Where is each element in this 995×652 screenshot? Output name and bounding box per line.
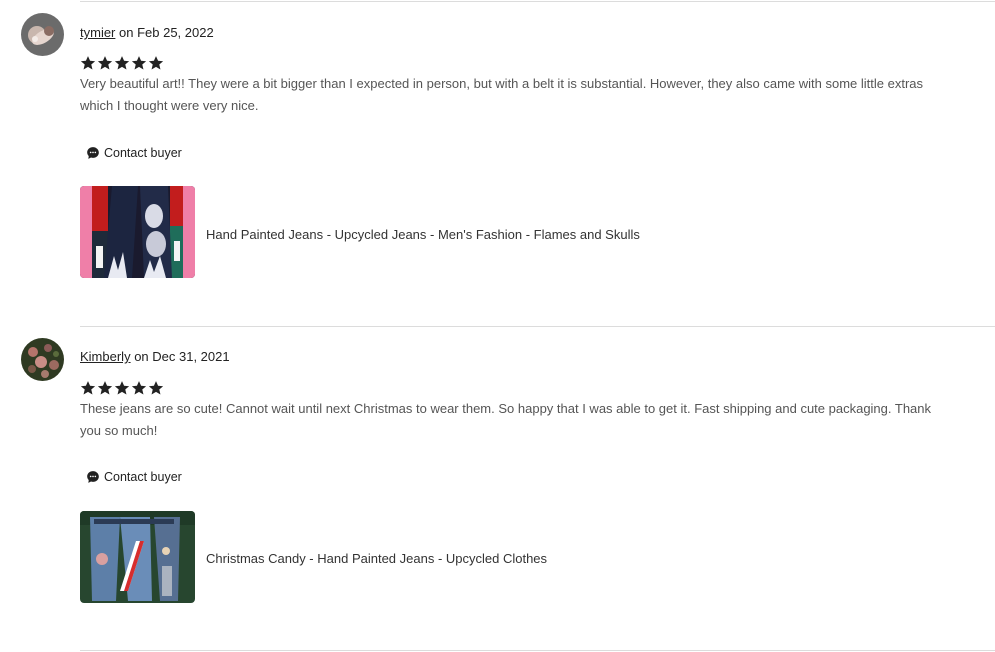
contact-buyer-label: Contact buyer: [104, 470, 182, 484]
reviewer-name-link[interactable]: tymier: [80, 25, 115, 40]
avatar-photo: [21, 338, 64, 381]
review-text: These jeans are so cute! Cannot wait unt…: [80, 401, 932, 438]
product-title-link[interactable]: Hand Painted Jeans - Upcycled Jeans - Me…: [206, 227, 640, 242]
review-meta: tymier on Feb 25, 2022: [80, 25, 214, 40]
chat-bubble-icon: [87, 147, 99, 159]
product-thumbnail[interactable]: [80, 186, 195, 278]
reviewer-name-link[interactable]: Kimberly: [80, 349, 131, 364]
star-icon: [114, 381, 130, 395]
review-date: on Dec 31, 2021: [130, 349, 230, 364]
review-date: on Feb 25, 2022: [115, 25, 214, 40]
divider-bottom: [80, 650, 995, 651]
avatar-photo: [21, 13, 64, 56]
product-image: [80, 186, 195, 278]
avatar[interactable]: [21, 13, 64, 56]
star-rating: [80, 55, 164, 71]
star-icon: [80, 381, 96, 395]
contact-buyer-button[interactable]: Contact buyer: [86, 470, 182, 484]
review-item: Kimberly on Dec 31, 2021 These jeans are…: [0, 325, 995, 625]
star-icon: [148, 381, 164, 395]
star-icon: [131, 381, 147, 395]
review-text: Very beautiful art!! They were a bit big…: [80, 76, 924, 113]
product-thumbnail[interactable]: [80, 511, 195, 603]
contact-buyer-button[interactable]: Contact buyer: [86, 146, 182, 160]
review-meta: Kimberly on Dec 31, 2021: [80, 349, 230, 364]
review-item: tymier on Feb 25, 2022 Very beautiful ar…: [0, 0, 995, 300]
star-icon: [97, 56, 113, 70]
star-icon: [131, 56, 147, 70]
star-icon: [80, 56, 96, 70]
star-rating: [80, 380, 164, 396]
contact-buyer-label: Contact buyer: [104, 146, 182, 160]
star-icon: [97, 381, 113, 395]
avatar[interactable]: [21, 338, 64, 381]
star-icon: [114, 56, 130, 70]
product-image: [80, 511, 195, 603]
star-icon: [148, 56, 164, 70]
chat-bubble-icon: [87, 471, 99, 483]
product-title-link[interactable]: Christmas Candy - Hand Painted Jeans - U…: [206, 551, 547, 566]
